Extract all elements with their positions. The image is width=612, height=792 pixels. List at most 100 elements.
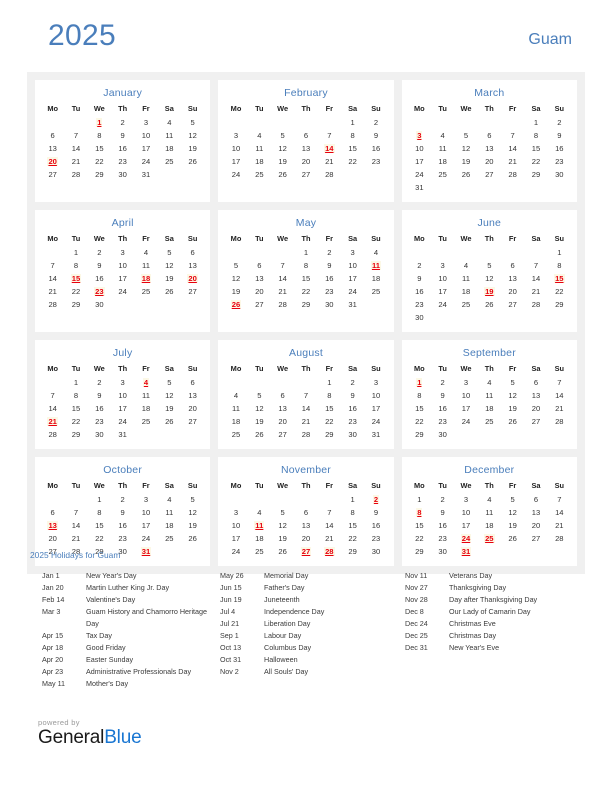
day-cell[interactable]: 3 — [364, 376, 387, 389]
day-cell[interactable]: 4 — [158, 116, 181, 129]
day-cell[interactable]: 14 — [548, 506, 571, 519]
day-cell[interactable]: 24 — [111, 285, 134, 298]
day-cell[interactable]: 12 — [158, 389, 181, 402]
day-cell[interactable]: 8 — [408, 389, 431, 402]
day-cell[interactable]: 15 — [341, 142, 364, 155]
day-cell[interactable]: 10 — [224, 142, 247, 155]
day-cell[interactable]: 5 — [181, 493, 204, 506]
day-cell[interactable]: 7 — [318, 129, 341, 142]
day-cell-holiday[interactable]: 3 — [408, 129, 431, 142]
day-cell[interactable]: 13 — [271, 402, 294, 415]
day-cell[interactable]: 4 — [134, 246, 157, 259]
day-cell[interactable]: 31 — [408, 181, 431, 194]
day-cell[interactable]: 19 — [224, 285, 247, 298]
day-cell[interactable]: 22 — [64, 285, 87, 298]
day-cell[interactable]: 18 — [134, 402, 157, 415]
day-cell-holiday[interactable]: 19 — [478, 285, 501, 298]
day-cell[interactable]: 7 — [501, 129, 524, 142]
day-cell[interactable]: 7 — [318, 506, 341, 519]
day-cell[interactable]: 15 — [524, 142, 547, 155]
day-cell[interactable]: 14 — [318, 519, 341, 532]
day-cell[interactable]: 24 — [341, 285, 364, 298]
day-cell[interactable]: 14 — [501, 142, 524, 155]
day-cell[interactable]: 10 — [224, 519, 247, 532]
day-cell[interactable]: 30 — [88, 428, 111, 441]
day-cell[interactable]: 14 — [271, 272, 294, 285]
day-cell[interactable]: 4 — [248, 506, 271, 519]
day-cell[interactable]: 17 — [111, 272, 134, 285]
day-cell[interactable]: 18 — [431, 155, 454, 168]
day-cell[interactable]: 14 — [524, 272, 547, 285]
day-cell[interactable]: 25 — [431, 168, 454, 181]
day-cell[interactable]: 20 — [181, 402, 204, 415]
day-cell-holiday[interactable]: 26 — [224, 298, 247, 311]
day-cell[interactable]: 13 — [248, 272, 271, 285]
day-cell-holiday[interactable]: 21 — [41, 415, 64, 428]
day-cell[interactable]: 20 — [501, 285, 524, 298]
day-cell[interactable]: 15 — [341, 519, 364, 532]
day-cell[interactable]: 31 — [111, 428, 134, 441]
day-cell[interactable]: 9 — [548, 129, 571, 142]
day-cell[interactable]: 4 — [224, 389, 247, 402]
day-cell[interactable]: 8 — [341, 129, 364, 142]
day-cell[interactable]: 10 — [134, 129, 157, 142]
day-cell[interactable]: 7 — [294, 389, 317, 402]
day-cell[interactable]: 16 — [341, 402, 364, 415]
day-cell[interactable]: 12 — [248, 402, 271, 415]
day-cell[interactable]: 15 — [88, 142, 111, 155]
day-cell-holiday[interactable]: 15 — [548, 272, 571, 285]
day-cell[interactable]: 13 — [41, 142, 64, 155]
day-cell[interactable]: 18 — [158, 142, 181, 155]
day-cell[interactable]: 30 — [431, 428, 454, 441]
day-cell[interactable]: 20 — [271, 415, 294, 428]
day-cell[interactable]: 27 — [501, 298, 524, 311]
day-cell[interactable]: 8 — [548, 259, 571, 272]
day-cell[interactable]: 27 — [181, 285, 204, 298]
day-cell[interactable]: 17 — [408, 155, 431, 168]
day-cell[interactable]: 5 — [271, 506, 294, 519]
day-cell[interactable]: 4 — [454, 259, 477, 272]
day-cell[interactable]: 1 — [341, 116, 364, 129]
day-cell[interactable]: 16 — [364, 519, 387, 532]
day-cell[interactable]: 1 — [408, 493, 431, 506]
day-cell[interactable]: 10 — [408, 142, 431, 155]
day-cell[interactable]: 6 — [294, 129, 317, 142]
day-cell[interactable]: 22 — [408, 415, 431, 428]
day-cell[interactable]: 11 — [134, 389, 157, 402]
day-cell[interactable]: 6 — [248, 259, 271, 272]
day-cell[interactable]: 24 — [431, 298, 454, 311]
day-cell[interactable]: 16 — [111, 519, 134, 532]
day-cell[interactable]: 21 — [64, 155, 87, 168]
day-cell[interactable]: 30 — [341, 428, 364, 441]
day-cell[interactable]: 13 — [181, 389, 204, 402]
day-cell[interactable]: 5 — [181, 116, 204, 129]
day-cell[interactable]: 6 — [501, 259, 524, 272]
day-cell[interactable]: 19 — [248, 415, 271, 428]
day-cell[interactable]: 29 — [64, 298, 87, 311]
day-cell[interactable]: 26 — [501, 415, 524, 428]
day-cell[interactable]: 21 — [294, 415, 317, 428]
day-cell[interactable]: 19 — [181, 142, 204, 155]
day-cell[interactable]: 24 — [224, 168, 247, 181]
day-cell[interactable]: 2 — [341, 376, 364, 389]
day-cell[interactable]: 17 — [134, 519, 157, 532]
day-cell[interactable]: 15 — [408, 402, 431, 415]
day-cell[interactable]: 13 — [501, 272, 524, 285]
day-cell[interactable]: 12 — [181, 129, 204, 142]
day-cell[interactable]: 5 — [248, 389, 271, 402]
day-cell[interactable]: 18 — [224, 415, 247, 428]
day-cell[interactable]: 2 — [111, 116, 134, 129]
day-cell[interactable]: 2 — [111, 493, 134, 506]
day-cell[interactable]: 17 — [341, 272, 364, 285]
day-cell[interactable]: 21 — [524, 285, 547, 298]
day-cell[interactable]: 5 — [478, 259, 501, 272]
day-cell[interactable]: 23 — [318, 285, 341, 298]
day-cell[interactable]: 5 — [224, 259, 247, 272]
day-cell[interactable]: 22 — [408, 532, 431, 545]
day-cell[interactable]: 16 — [88, 272, 111, 285]
day-cell[interactable]: 28 — [501, 168, 524, 181]
day-cell[interactable]: 25 — [134, 285, 157, 298]
day-cell[interactable]: 27 — [294, 168, 317, 181]
day-cell[interactable]: 13 — [181, 259, 204, 272]
day-cell[interactable]: 8 — [294, 259, 317, 272]
